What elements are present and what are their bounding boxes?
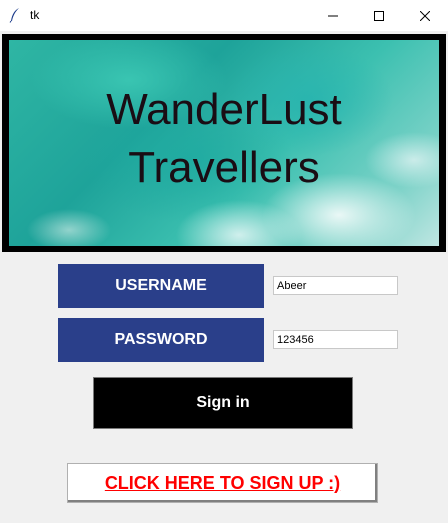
password-label: PASSWORD xyxy=(58,318,264,362)
close-icon xyxy=(420,10,430,21)
maximize-icon xyxy=(374,10,384,21)
sign-in-button[interactable]: Sign in xyxy=(93,377,353,429)
window-title: tk xyxy=(30,8,40,22)
title-bar: tk xyxy=(0,0,448,31)
username-label: USERNAME xyxy=(58,264,264,308)
banner-image: WanderLust Travellers xyxy=(9,40,439,246)
minimize-button[interactable] xyxy=(310,0,356,31)
close-button[interactable] xyxy=(402,0,448,31)
banner-title-line2: Travellers xyxy=(128,143,320,192)
password-field[interactable] xyxy=(273,330,398,349)
maximize-button[interactable] xyxy=(356,0,402,31)
feather-icon xyxy=(9,7,21,23)
sign-up-button[interactable]: CLICK HERE TO SIGN UP :) xyxy=(67,463,378,503)
username-field[interactable] xyxy=(273,276,398,295)
minimize-icon xyxy=(328,15,338,16)
banner-title-line1: WanderLust xyxy=(106,85,342,134)
banner: WanderLust Travellers xyxy=(2,34,446,252)
